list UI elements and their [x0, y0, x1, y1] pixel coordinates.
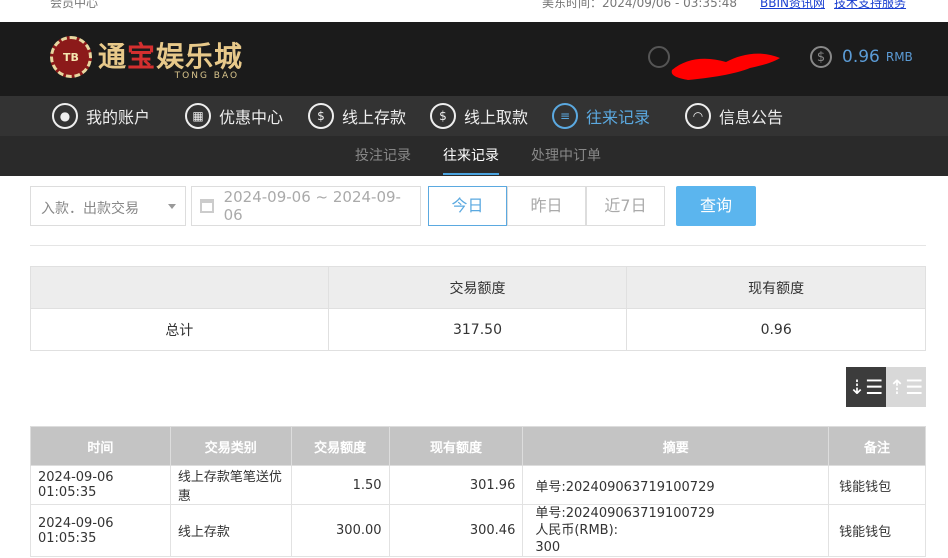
cell-type: 线上存款: [169, 504, 292, 557]
balance-display: $ 0.96 RMB: [810, 46, 913, 68]
cell-note: 钱能钱包: [828, 465, 926, 505]
summary-header-row: 交易额度 现有额度: [30, 266, 926, 309]
redaction-mark: [671, 53, 780, 80]
nav-label: 我的账户: [86, 108, 151, 127]
nav-label: 信息公告: [719, 108, 784, 127]
sort-controls: ⇣☰ ⇡☰: [846, 367, 926, 407]
logo-chip-icon: TB: [50, 36, 92, 78]
col-header-time: 时间: [30, 426, 171, 466]
header: TB 通宝娱乐城 TONG BAO $ 0.96 RMB: [0, 22, 948, 96]
record-icon: ≡: [552, 103, 578, 129]
cell-amount: 1.50: [290, 465, 390, 505]
support-link[interactable]: 技术支持服务: [834, 0, 906, 11]
date-range-value: 2024-09-06 ~ 2024-09-06: [223, 188, 401, 224]
cell-type: 线上存款笔笔送优惠: [169, 465, 292, 505]
summary-current-balance: 0.96: [626, 308, 926, 351]
user-area[interactable]: [648, 42, 788, 82]
cell-balance: 301.96: [388, 465, 524, 505]
summary-header-cell: 交易额度: [327, 266, 628, 309]
summary-row: 总计 317.50 0.96: [30, 308, 926, 351]
cell-amount: 300.00: [290, 504, 390, 557]
transaction-type-select[interactable]: 入款．出款交易: [30, 186, 186, 226]
bbin-info-link[interactable]: BBIN资讯网: [760, 0, 825, 11]
cell-time: 2024-09-06 01:05:35: [30, 465, 171, 505]
top-bar: 会员中心 美东时间：2024/09/06 - 03:35:48 BBIN资讯网 …: [0, 0, 948, 22]
gift-icon: ▦: [185, 103, 211, 129]
logo-char-3: 娱乐城: [156, 40, 244, 73]
nav-label: 线上取款: [464, 108, 529, 127]
cell-balance: 300.46: [388, 504, 524, 557]
balance-amount: 0.96: [842, 47, 880, 67]
summary-label: 总计: [30, 308, 329, 351]
dollar-coin-icon: $: [810, 46, 832, 68]
summary-total-amount: 317.50: [327, 308, 628, 351]
filter-bar: 入款．出款交易 2024-09-06 ~ 2024-09-06 今日 昨日 近7…: [30, 186, 926, 226]
nav-my-account[interactable]: ● 我的账户: [52, 100, 150, 132]
tab-transaction-records[interactable]: 往来记录: [443, 136, 499, 176]
cell-time: 2024-09-06 01:05:35: [30, 504, 171, 557]
sort-asc-icon[interactable]: ⇡☰: [886, 367, 926, 407]
member-center-link[interactable]: 会员中心: [50, 0, 98, 11]
user-icon: ●: [52, 103, 78, 129]
col-header-amount: 交易额度: [290, 426, 390, 466]
caret-down-icon: [168, 204, 176, 209]
date-range-input[interactable]: 2024-09-06 ~ 2024-09-06: [191, 186, 421, 226]
divider: [30, 245, 926, 246]
yesterday-button[interactable]: 昨日: [507, 186, 586, 226]
select-value: 入款．出款交易: [41, 201, 139, 217]
cell-note: 钱能钱包: [828, 504, 926, 557]
table-row: 2024-09-06 01:05:35 线上存款 300.00 300.46 单…: [30, 504, 926, 557]
tab-pending-orders[interactable]: 处理中订单: [531, 136, 601, 176]
nav-label: 往来记录: [586, 108, 651, 127]
logo-subtitle: TONG BAO: [174, 71, 240, 81]
summary-line: 单号:202409063719100729: [535, 479, 715, 495]
today-button[interactable]: 今日: [428, 186, 507, 226]
logo-text: 通宝娱乐城 TONG BAO: [98, 40, 244, 82]
col-header-note: 备注: [828, 426, 926, 466]
withdraw-icon: $: [430, 103, 456, 129]
summary-header-cell: [30, 266, 329, 309]
balance-unit: RMB: [885, 50, 913, 64]
summary-table: 交易额度 现有额度 总计 317.50 0.96: [30, 266, 926, 351]
search-button[interactable]: 查询: [676, 186, 756, 226]
summary-line: 单号:202409063719100729: [535, 506, 715, 521]
sub-nav: 投注记录 往来记录 处理中订单: [0, 136, 948, 176]
nav-label: 优惠中心: [219, 108, 284, 127]
records-header-row: 时间 交易类别 交易额度 现有额度 摘要 备注: [30, 426, 926, 466]
table-row: 2024-09-06 01:05:35 线上存款笔笔送优惠 1.50 301.9…: [30, 465, 926, 505]
calendar-icon: [200, 199, 214, 213]
col-header-type: 交易类别: [169, 426, 292, 466]
summary-header-cell: 现有额度: [626, 266, 926, 309]
last-7-days-button[interactable]: 近7日: [586, 186, 665, 226]
logo[interactable]: TB 通宝娱乐城 TONG BAO: [50, 36, 244, 82]
tab-bet-records[interactable]: 投注记录: [355, 136, 411, 176]
nav-announcements[interactable]: ◠ 信息公告: [685, 100, 783, 132]
logo-char-2: 宝: [127, 40, 157, 73]
col-header-summary: 摘要: [522, 426, 830, 466]
nav-promotions[interactable]: ▦ 优惠中心: [185, 100, 283, 132]
cell-summary: 单号:202409063719100729 人民币(RMB): 300: [522, 504, 830, 557]
summary-line: 人民币(RMB):: [535, 523, 619, 538]
sort-desc-icon[interactable]: ⇣☰: [846, 367, 886, 407]
logo-char-1: 通: [98, 40, 128, 73]
deposit-icon: $: [308, 103, 334, 129]
main-nav: ● 我的账户 ▦ 优惠中心 $ 线上存款 $ 线上取款 ≡ 往来记录 ◠ 信息公…: [0, 96, 948, 136]
nav-transaction-records[interactable]: ≡ 往来记录: [552, 100, 650, 132]
col-header-balance: 现有额度: [388, 426, 524, 466]
nav-label: 线上存款: [342, 108, 407, 127]
server-time: 美东时间：2024/09/06 - 03:35:48: [542, 0, 738, 10]
nav-online-deposit[interactable]: $ 线上存款: [308, 100, 406, 132]
nav-online-withdraw[interactable]: $ 线上取款: [430, 100, 528, 132]
records-table: 时间 交易类别 交易额度 现有额度 摘要 备注 2024-09-06 01:05…: [30, 426, 926, 557]
bell-icon: ◠: [685, 103, 711, 129]
cell-summary: 单号:202409063719100729: [522, 465, 830, 505]
summary-line: 300: [535, 540, 561, 555]
